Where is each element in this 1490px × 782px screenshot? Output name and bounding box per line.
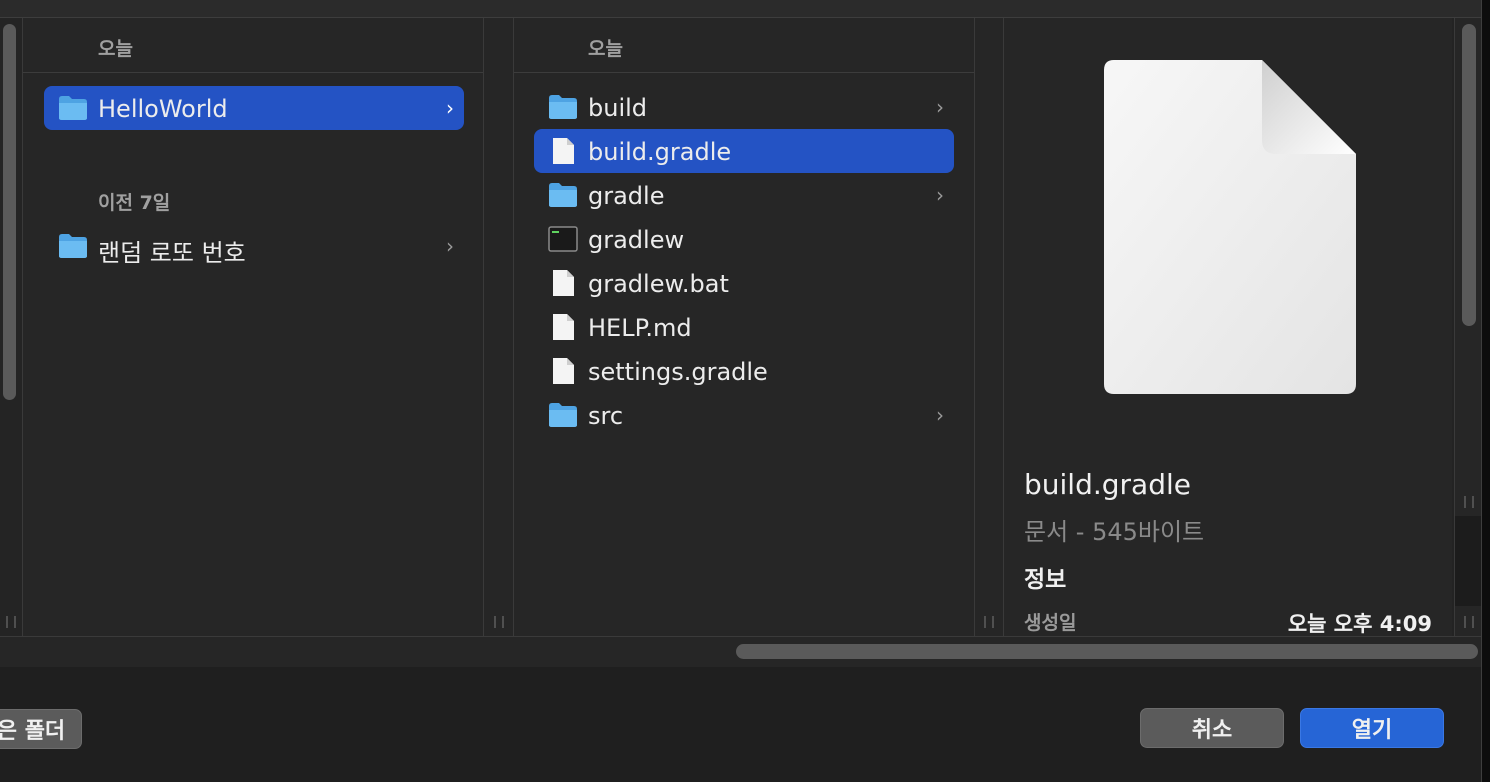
chevron-right-icon: › bbox=[446, 234, 454, 258]
preview-created-label: 생성일 bbox=[1024, 612, 1077, 634]
document-icon bbox=[553, 314, 574, 340]
chevron-right-icon: › bbox=[936, 183, 944, 207]
list-item-label: gradlew bbox=[588, 226, 685, 254]
list-item-random-lotto[interactable]: 랜덤 로또 번호 › bbox=[44, 224, 464, 268]
column-resize-handle[interactable] bbox=[494, 616, 503, 628]
list-item-label: 랜덤 로또 번호 bbox=[98, 239, 246, 267]
header-divider bbox=[514, 72, 974, 73]
header-divider bbox=[23, 72, 483, 73]
dialog-top-bar bbox=[0, 0, 1482, 18]
list-item-label: src bbox=[588, 402, 624, 430]
document-preview-icon bbox=[1104, 60, 1356, 394]
list-item-label: settings.gradle bbox=[588, 358, 768, 386]
column-resize-handle[interactable] bbox=[6, 616, 16, 628]
chevron-right-icon: › bbox=[446, 96, 454, 120]
list-item-gradlew[interactable]: gradlew bbox=[534, 217, 954, 261]
preview-vertical-scrollbar[interactable] bbox=[1454, 18, 1483, 636]
column-1: 오늘 HelloWorld › 이전 7일 랜덤 로또 번호 › bbox=[23, 18, 484, 636]
folder-icon bbox=[549, 183, 577, 207]
folder-icon bbox=[59, 96, 87, 120]
list-item-label: HELP.md bbox=[588, 314, 692, 342]
list-item-help-md[interactable]: HELP.md bbox=[534, 305, 954, 349]
section-header-today: 오늘 bbox=[588, 38, 623, 60]
list-item-build[interactable]: build › bbox=[534, 85, 954, 129]
column-browser: 오늘 HelloWorld › 이전 7일 랜덤 로또 번호 › 오늘 buil… bbox=[0, 18, 1483, 636]
column-divider bbox=[484, 18, 514, 636]
left-gutter bbox=[0, 18, 23, 636]
window-edge bbox=[1481, 0, 1490, 782]
folder-icon bbox=[59, 234, 87, 258]
left-vertical-scrollbar[interactable] bbox=[3, 24, 16, 400]
list-item-label: gradle bbox=[588, 182, 665, 210]
document-icon bbox=[553, 138, 574, 164]
dialog-footer: 은 폴더 취소 열기 bbox=[0, 667, 1482, 782]
chevron-right-icon: › bbox=[936, 95, 944, 119]
scrollbar-track-lower bbox=[1455, 516, 1483, 606]
horizontal-scrollbar[interactable] bbox=[0, 636, 1482, 668]
chevron-right-icon: › bbox=[936, 403, 944, 427]
column-2: 오늘 build › build.gradle gradle › gradlew… bbox=[514, 18, 975, 636]
scrollbar-thumb[interactable] bbox=[1462, 24, 1476, 326]
column-resize-handle[interactable] bbox=[1464, 496, 1474, 508]
list-item-label: HelloWorld bbox=[98, 95, 228, 123]
new-folder-button[interactable]: 은 폴더 bbox=[0, 709, 82, 749]
list-item-helloworld[interactable]: HelloWorld › bbox=[44, 86, 464, 130]
list-item-gradle[interactable]: gradle › bbox=[534, 173, 954, 217]
preview-panel: build.gradle 문서 - 545바이트 정보 생성일 오늘 오후 4:… bbox=[1004, 18, 1452, 636]
list-item-src[interactable]: src › bbox=[534, 393, 954, 437]
section-header-previous-7-days: 이전 7일 bbox=[98, 192, 171, 214]
list-item-build-gradle[interactable]: build.gradle bbox=[534, 129, 954, 173]
cancel-button[interactable]: 취소 bbox=[1140, 708, 1284, 748]
document-icon bbox=[553, 358, 574, 384]
list-item-label: gradlew.bat bbox=[588, 270, 729, 298]
list-item-settings-gradle[interactable]: settings.gradle bbox=[534, 349, 954, 393]
column-resize-handle[interactable] bbox=[1464, 616, 1474, 628]
folder-icon bbox=[549, 403, 577, 427]
list-item-label: build.gradle bbox=[588, 138, 732, 166]
folder-icon bbox=[549, 95, 577, 119]
preview-created-value: 오늘 오후 4:09 bbox=[1287, 612, 1432, 636]
preview-info-heading: 정보 bbox=[1024, 567, 1067, 593]
column-divider bbox=[975, 18, 1004, 636]
list-item-gradlew-bat[interactable]: gradlew.bat bbox=[534, 261, 954, 305]
document-icon bbox=[553, 270, 574, 296]
open-button[interactable]: 열기 bbox=[1300, 708, 1444, 748]
preview-file-name: build.gradle bbox=[1024, 468, 1191, 501]
scrollbar-thumb[interactable] bbox=[736, 644, 1478, 659]
column-resize-handle[interactable] bbox=[984, 616, 994, 628]
preview-file-kind-size: 문서 - 545바이트 bbox=[1024, 518, 1205, 546]
open-file-dialog: 오늘 HelloWorld › 이전 7일 랜덤 로또 번호 › 오늘 buil… bbox=[0, 0, 1490, 782]
terminal-exec-icon bbox=[548, 226, 578, 252]
list-item-label: build bbox=[588, 94, 648, 122]
section-header-today: 오늘 bbox=[98, 38, 133, 60]
